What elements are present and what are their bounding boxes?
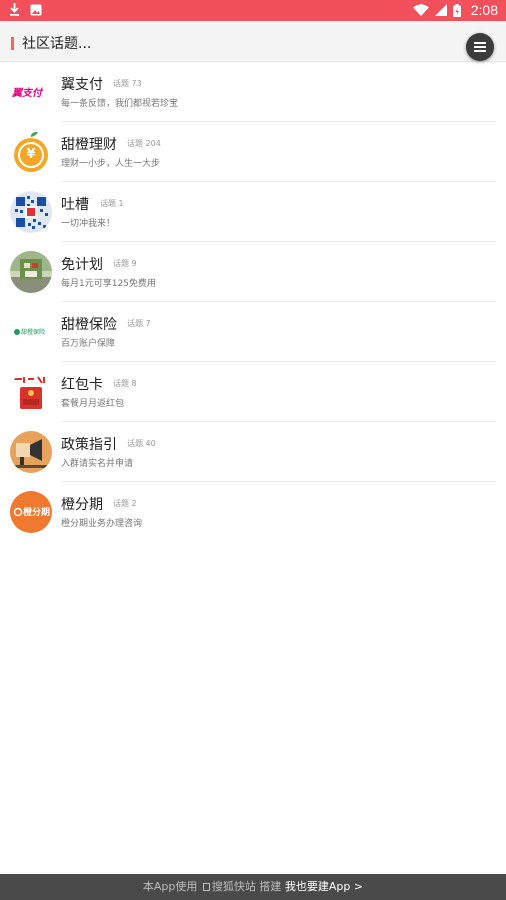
footer-brand: 搜狐快站 (211, 880, 256, 893)
wifi-icon (412, 4, 429, 16)
menu-button[interactable] (466, 33, 494, 61)
title-accent-bar (11, 37, 14, 50)
chengfenqi-logo-icon: 橙分期 (10, 491, 52, 533)
build-app-link[interactable]: 我也要建App > (285, 880, 363, 893)
topic-list: 翼支付 翼支付 话题 73 每一条反馈，我们都视若珍宝 ¥ 甜橙理财 话题 20… (0, 62, 506, 542)
topic-title: 红包卡 (61, 377, 103, 393)
topic-title: 甜橙理财 (61, 137, 117, 153)
topic-item-tiancheng-licai[interactable]: ¥ 甜橙理财 话题 204 理财一小步，人生一大步 (0, 122, 506, 182)
status-bar: 2:08 (0, 0, 506, 21)
topic-description: 百万账户保障 (61, 339, 116, 349)
topic-item-tiancheng-baoxian[interactable]: 甜橙保险 甜橙保险 话题 7 百万账户保障 (0, 302, 506, 362)
topic-title: 免计划 (61, 257, 103, 273)
topic-description: 每一条反馈，我们都视若珍宝 (61, 99, 179, 109)
topic-description: 理财一小步，人生一大步 (61, 159, 161, 169)
footer-banner[interactable]: 本App使用 搜狐快站 搭建 我也要建App > (0, 874, 506, 900)
topic-title: 橙分期 (61, 497, 103, 513)
menu-icon (474, 42, 486, 44)
orange-coin-icon: ¥ (10, 131, 52, 173)
street-photo-icon (10, 251, 52, 293)
status-time: 2:08 (470, 2, 498, 18)
topic-title: 吐槽 (61, 197, 89, 213)
battery-icon (452, 3, 461, 17)
topic-description: 橙分期业务办理咨询 (61, 519, 143, 529)
topic-count: 话题 2 (113, 499, 137, 508)
yizhifu-logo-icon: 翼支付 (10, 71, 52, 113)
topic-item-mianjihua[interactable]: 免计划 话题 9 每月1元可享125免费用 (0, 242, 506, 302)
image-notification-icon (30, 4, 42, 15)
topic-count: 话题 73 (113, 79, 142, 88)
qr-code-icon (10, 191, 52, 233)
footer-middle: 搭建 (259, 880, 282, 893)
megaphone-icon (10, 431, 52, 473)
topic-title: 甜橙保险 (61, 317, 117, 333)
sohu-logo-icon (202, 883, 210, 891)
topic-description: 入群请实名并申请 (61, 459, 134, 469)
tiancheng-baoxian-logo-icon: 甜橙保险 (10, 311, 52, 353)
topic-count: 话题 40 (127, 439, 156, 448)
page-header: 社区话题... (0, 21, 506, 62)
page-title: 社区话题... (22, 36, 92, 52)
topic-item-zhengce-zhiyin[interactable]: 政策指引 话题 40 入群请实名并申请 (0, 422, 506, 482)
topic-description: 套餐月月返红包 (61, 399, 125, 409)
topic-count: 话题 1 (100, 199, 124, 208)
signal-icon (434, 4, 447, 16)
footer-prefix: 本App使用 (142, 880, 198, 893)
topic-description: 每月1元可享125免费用 (61, 279, 156, 289)
topic-item-hongbaoka[interactable]: 红包卡 话题 8 套餐月月返红包 (0, 362, 506, 422)
topic-description: 一切冲我来！ (61, 219, 116, 229)
topic-count: 话题 7 (127, 319, 151, 328)
topic-count: 话题 9 (113, 259, 137, 268)
topic-item-tucao[interactable]: 吐槽 话题 1 一切冲我来！ (0, 182, 506, 242)
topic-title: 翼支付 (61, 77, 103, 93)
topic-item-yizhifu[interactable]: 翼支付 翼支付 话题 73 每一条反馈，我们都视若珍宝 (0, 62, 506, 122)
download-icon (10, 3, 19, 16)
topic-count: 话题 204 (127, 139, 161, 148)
topic-item-chengfenqi[interactable]: 橙分期 橙分期 话题 2 橙分期业务办理咨询 (0, 482, 506, 542)
red-envelope-card-icon (10, 371, 52, 413)
topic-count: 话题 8 (113, 379, 137, 388)
topic-title: 政策指引 (61, 437, 117, 453)
